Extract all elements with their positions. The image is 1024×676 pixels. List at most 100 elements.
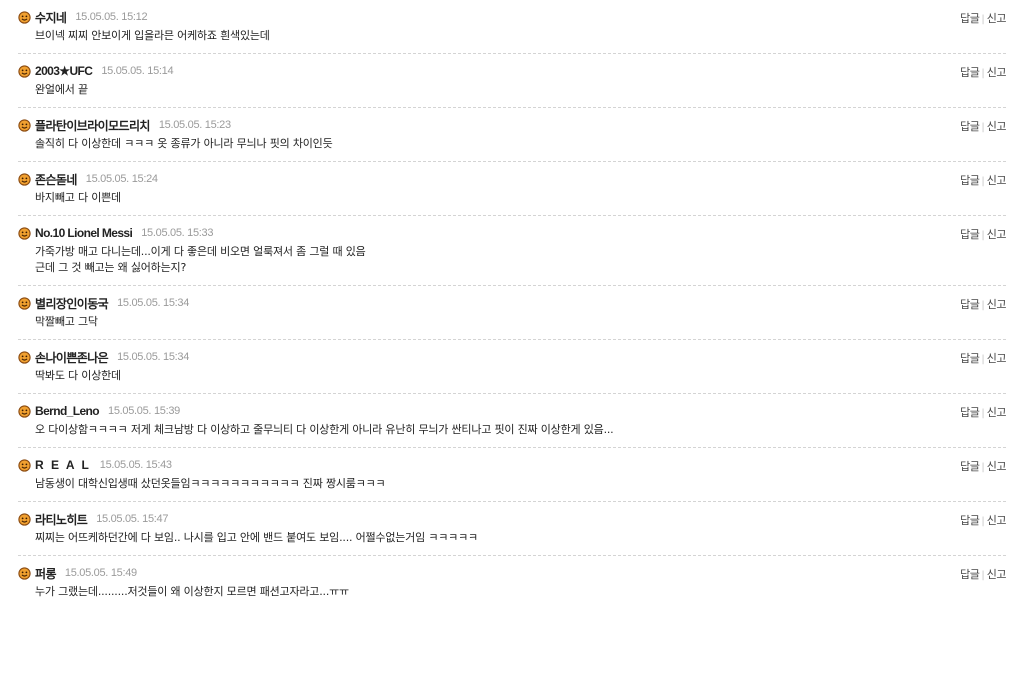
comment-header: 퍼롱 15.05.05. 15:49 답글 | 신고 [18, 565, 1007, 582]
comment-date: 15.05.05. 15:49 [64, 567, 137, 579]
comment-list: 수지네 15.05.05. 15:12 답글 | 신고 브이넥 찌찌 안보이게 입을… [0, 0, 1024, 609]
report-button[interactable]: 신고 [987, 460, 1007, 473]
comment-actions: 답글 | 신고 [960, 226, 1006, 242]
comment-actions: 답글 | 신고 [960, 64, 1006, 80]
action-separator: | [981, 176, 985, 187]
comment-header: 플라탄이브라이모드리치 15.05.05. 15:23 답글 | 신고 [18, 117, 1007, 134]
comment-date: 15.05.05. 15:34 [117, 297, 190, 309]
comment-date: 15.05.05. 15:47 [96, 513, 169, 525]
comment-text-line: 딱봐도 다 이상한데 [35, 369, 121, 382]
comment-actions: 답글 | 신고 [960, 512, 1006, 528]
comment-date: 15.05.05. 15:24 [85, 173, 158, 185]
reply-button[interactable]: 답글 [960, 460, 980, 473]
action-separator: | [981, 68, 985, 79]
report-button[interactable]: 신고 [987, 66, 1007, 79]
comment-text-line: 찌찌는 어뜨케하던간에 다 보임.. 나시를 입고 안에 밴드 붙여도 보임..… [35, 531, 478, 544]
comment-author[interactable]: 퍼롱 [35, 565, 56, 582]
comment-item: 존슨돋네 15.05.05. 15:24 답글 | 신고 바지빼고 다 이쁜데 [18, 162, 1007, 216]
action-separator: | [981, 354, 985, 365]
comment-date: 15.05.05. 15:43 [99, 459, 172, 471]
comment-text-line: 바지빼고 다 이쁜데 [35, 191, 121, 204]
comment-author[interactable]: Bernd_Leno [35, 404, 100, 418]
reply-button[interactable]: 답글 [960, 66, 980, 79]
report-button[interactable]: 신고 [987, 298, 1007, 311]
reply-button[interactable]: 답글 [960, 12, 980, 25]
comment-text: 가죽가방 매고 다니는데...이게 다 좋은데 비오면 얼룩져서 좀 그럴 때 … [35, 244, 1006, 276]
comment-author[interactable]: 플라탄이브라이모드리치 [35, 117, 150, 134]
comment-author[interactable]: 손나이쁜존나은 [35, 349, 109, 366]
reply-button[interactable]: 답글 [960, 568, 980, 581]
report-button[interactable]: 신고 [987, 406, 1007, 419]
comment-header: 2003★UFC 15.05.05. 15:14 답글 | 신고 [18, 63, 1007, 80]
reply-button[interactable]: 답글 [960, 406, 980, 419]
reply-button[interactable]: 답글 [960, 298, 980, 311]
smiley-face-icon [18, 458, 31, 472]
report-button[interactable]: 신고 [987, 228, 1007, 241]
reply-button[interactable]: 답글 [960, 352, 980, 365]
action-separator: | [981, 516, 985, 527]
comment-header: 손나이쁜존나은 15.05.05. 15:34 답글 | 신고 [18, 349, 1007, 366]
comment-author[interactable]: R E A L [35, 458, 91, 472]
comment-text-line: 막짤빼고 그닥 [35, 315, 98, 328]
comment-text: 막짤빼고 그닥 [35, 314, 1006, 330]
report-button[interactable]: 신고 [987, 514, 1007, 527]
comment-date: 15.05.05. 15:23 [158, 119, 231, 131]
reply-button[interactable]: 답글 [960, 514, 980, 527]
action-separator: | [981, 408, 985, 419]
comment-text: 완얼에서 끝 [35, 82, 1006, 98]
comment-item: No.10 Lionel Messi 15.05.05. 15:33 답글 | 신고… [18, 216, 1007, 286]
action-separator: | [981, 230, 985, 241]
report-button[interactable]: 신고 [987, 352, 1007, 365]
comment-text: 남동생이 대학신입생때 샀던옷들임ㅋㅋㅋㅋㅋㅋㅋㅋㅋㅋㅋ 진짜 짱시룸ㅋㅋㅋ [35, 476, 1006, 492]
action-separator: | [981, 300, 985, 311]
comment-text-line: 완얼에서 끝 [35, 83, 88, 96]
comment-actions: 답글 | 신고 [960, 350, 1006, 366]
comment-text: 오 다이상함ㅋㅋㅋㅋ 저게 체크남방 다 이상하고 줄무늬티 다 이상한게 아니… [35, 422, 1006, 438]
action-separator: | [981, 462, 985, 473]
reply-button[interactable]: 답글 [960, 174, 980, 187]
comment-header: Bernd_Leno 15.05.05. 15:39 답글 | 신고 [18, 403, 1007, 420]
smiley-face-icon [18, 64, 31, 78]
comment-text: 브이넥 찌찌 안보이게 입을라믄 어케하죠 흰색있는데 [35, 28, 1006, 44]
comment-date: 15.05.05. 15:39 [108, 405, 180, 417]
comment-item: 라티노히트 15.05.05. 15:47 답글 | 신고 찌찌는 어뜨케하던간에 … [18, 502, 1007, 556]
comment-item: 손나이쁜존나은 15.05.05. 15:34 답글 | 신고 딱봐도 다 이상한데 [18, 340, 1007, 394]
reply-button[interactable]: 답글 [960, 228, 980, 241]
comment-item: 수지네 15.05.05. 15:12 답글 | 신고 브이넥 찌찌 안보이게 입을… [18, 0, 1007, 54]
comment-item: 플라탄이브라이모드리치 15.05.05. 15:23 답글 | 신고 솔직히 다 … [18, 108, 1007, 162]
comment-actions: 답글 | 신고 [960, 118, 1006, 134]
comment-text: 찌찌는 어뜨케하던간에 다 보임.. 나시를 입고 안에 밴드 붙여도 보임..… [35, 530, 1006, 546]
comment-author[interactable]: 별리장인이동국 [35, 295, 109, 312]
comment-actions: 답글 | 신고 [960, 404, 1006, 420]
comment-text: 솔직히 다 이상한데 ㅋㅋㅋ 옷 종류가 아니라 무늬나 핏의 차이인듯 [35, 136, 1006, 152]
comment-header: 수지네 15.05.05. 15:12 답글 | 신고 [18, 9, 1007, 26]
comment-text-line: 가죽가방 매고 다니는데...이게 다 좋은데 비오면 얼룩져서 좀 그럴 때 … [35, 245, 366, 258]
smiley-face-icon [18, 404, 31, 418]
comment-author[interactable]: 수지네 [35, 9, 67, 26]
comment-author[interactable]: No.10 Lionel Messi [35, 226, 133, 240]
comment-text-line: 솔직히 다 이상한데 ㅋㅋㅋ 옷 종류가 아니라 무늬나 핏의 차이인듯 [35, 137, 333, 150]
comment-header: 별리장인이동국 15.05.05. 15:34 답글 | 신고 [18, 295, 1007, 312]
comment-text-line: 근데 그 것 빼고는 왜 싫어하는지? [35, 261, 187, 274]
report-button[interactable]: 신고 [987, 568, 1007, 581]
comment-actions: 답글 | 신고 [960, 458, 1006, 474]
comment-author[interactable]: 2003★UFC [35, 64, 93, 78]
comment-header: R E A L 15.05.05. 15:43 답글 | 신고 [18, 457, 1007, 474]
action-separator: | [981, 14, 985, 25]
comment-author[interactable]: 존슨돋네 [35, 171, 77, 188]
reply-button[interactable]: 답글 [960, 120, 980, 133]
comment-text-line: 브이넥 찌찌 안보이게 입을라믄 어케하죠 흰색있는데 [35, 29, 270, 42]
smiley-face-icon [18, 226, 31, 240]
report-button[interactable]: 신고 [987, 174, 1007, 187]
comment-date: 15.05.05. 15:33 [141, 227, 214, 239]
comment-author[interactable]: 라티노히트 [35, 511, 88, 528]
comment-item: 퍼롱 15.05.05. 15:49 답글 | 신고 누가 그랬는데........… [18, 556, 1007, 609]
report-button[interactable]: 신고 [987, 12, 1007, 25]
comment-date: 15.05.05. 15:14 [101, 65, 174, 77]
report-button[interactable]: 신고 [987, 120, 1007, 133]
comment-item: Bernd_Leno 15.05.05. 15:39 답글 | 신고 오 다이상함ㅋ… [18, 394, 1007, 448]
comment-actions: 답글 | 신고 [960, 172, 1006, 188]
comment-header: 존슨돋네 15.05.05. 15:24 답글 | 신고 [18, 171, 1007, 188]
comment-actions: 답글 | 신고 [960, 296, 1006, 312]
comment-actions: 답글 | 신고 [960, 10, 1006, 26]
